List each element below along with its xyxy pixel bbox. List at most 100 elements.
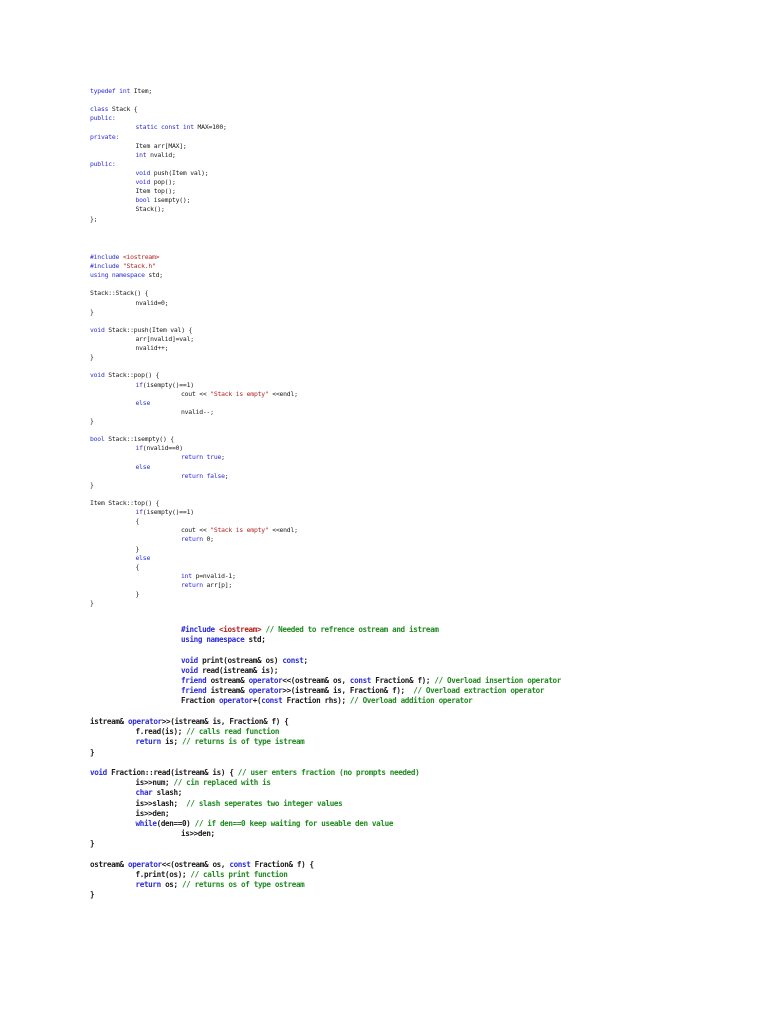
code-line: if(isempty()==1) (90, 508, 298, 517)
code-text: f.read(is); (135, 727, 187, 737)
code-line: class Stack { (90, 105, 227, 114)
code-text: (isempty()==1) (142, 380, 194, 389)
code-text: cout << (181, 526, 211, 535)
code-text: Stack::Stack() { (90, 289, 149, 298)
code-line: is>>slash; // slash seperates two intege… (90, 799, 419, 809)
code-line: private: (90, 133, 227, 142)
code-keyword: #include (181, 625, 215, 634)
code-comment: // returns is of type istream (181, 737, 305, 747)
code-text: istream& (206, 686, 249, 696)
code-keyword: if (135, 508, 144, 517)
code-line: } (90, 590, 298, 599)
code-text: cout << (181, 389, 211, 398)
code-keyword: int (181, 571, 192, 580)
code-text: >>(istream& is, Fraction& f) { (161, 717, 289, 726)
code-text: <<(ostream& os, (161, 859, 230, 869)
code-comment: // returns os of type ostream (181, 880, 305, 889)
code-text: Fraction::read(istream& is) { (106, 767, 238, 777)
code-text: Stack::push(Item val) { (104, 325, 193, 334)
code-comment: // Overload extraction operator (413, 686, 545, 696)
code-string: <iostream> (119, 253, 160, 261)
code-text: ostream& (90, 859, 128, 869)
code-text: }; (90, 214, 98, 223)
code-line: Item arr[MAX]; (90, 142, 227, 151)
code-text: f.print(os); (135, 869, 191, 879)
code-text: std; (244, 635, 266, 645)
code-keyword: if (135, 380, 144, 389)
code-line: void print(ostream& os) const; (181, 656, 561, 666)
code-line: istream& operator>>(istream& is, Fractio… (90, 717, 419, 727)
code-line: friend istream& operator>>(istream& is, … (181, 686, 561, 696)
code-line: Item Stack::top() { (90, 499, 298, 508)
code-text: } (90, 747, 95, 757)
code-keyword: return (135, 737, 162, 747)
code-line: if(nvalid==0) (90, 444, 298, 453)
code-keyword: bool (135, 196, 151, 205)
code-line: is>>num; // cin replaced with is (90, 778, 419, 788)
code-text: } (135, 544, 140, 553)
code-line: nvalid=0; (90, 299, 298, 308)
code-line: cout << "Stack is empty" <<endl; (90, 390, 298, 399)
code-keyword: operator (219, 696, 253, 706)
code-line: using namespace std; (181, 635, 561, 645)
code-text: pop(); (150, 178, 176, 187)
stack-implementation-code: #include <iostream> #include "Stack.h" usi… (90, 253, 298, 608)
code-line: #include "Stack.h" (90, 262, 298, 271)
code-line: if(isempty()==1) (90, 381, 298, 390)
code-line: f.read(is); // calls read function (90, 727, 419, 737)
fraction-declarations-code: #include <iostream> // Needed to refrenc… (181, 625, 561, 707)
code-line: Item top(); (90, 187, 227, 196)
code-text: is>>num; (135, 778, 174, 788)
code-line: void Stack::pop() { (90, 371, 298, 380)
code-text: Stack::isempty() { (104, 435, 174, 444)
code-text: is>>den; (135, 808, 170, 818)
code-line: is>>den; (90, 829, 419, 839)
code-line: friend ostream& operator<<(ostream& os, … (181, 676, 561, 686)
code-text: } (90, 307, 94, 316)
code-line: return is; // returns is of type istream (90, 737, 419, 747)
code-text: p=nvalid-1; (191, 571, 236, 580)
code-text: } (90, 839, 95, 849)
code-keyword: else (135, 462, 151, 471)
code-text: ostream& (206, 675, 249, 685)
code-keyword: #include (90, 262, 120, 271)
code-text: Fraction& f); (371, 675, 435, 685)
code-keyword: return (135, 880, 162, 889)
code-keyword: return (181, 580, 203, 589)
code-keyword: void (181, 665, 198, 675)
stack-header-code: typedef int Item; class Stack {public: st… (90, 87, 227, 224)
code-text: (den==0) (156, 818, 195, 828)
code-text: ; (221, 453, 225, 462)
code-keyword: const (229, 859, 251, 869)
code-comment: // user enters fraction (no prompts need… (237, 767, 420, 777)
code-line: { (90, 517, 298, 526)
code-line: nvalid++; (90, 344, 298, 353)
code-text: >>(istream& is, Fraction& f); (282, 686, 414, 696)
code-text: nvalid--; (181, 407, 214, 416)
code-keyword: return true (181, 453, 222, 462)
code-line: char slash; (90, 788, 419, 798)
code-keyword: public: (90, 114, 116, 123)
code-line: else (90, 399, 298, 408)
code-text: is>>den; (181, 829, 215, 839)
code-text: print(ostream& os) (197, 655, 283, 665)
code-text: 0; (202, 535, 215, 544)
code-text: isempty(); (150, 196, 191, 205)
code-keyword: while (135, 818, 157, 828)
code-text: push(Item val); (150, 168, 209, 177)
code-keyword: using namespace (181, 635, 245, 645)
code-keyword: void (90, 371, 105, 380)
code-keyword: else (135, 398, 151, 407)
code-text: <<endl; (268, 526, 298, 535)
code-text: Fraction rhs); (282, 696, 350, 706)
code-line: bool Stack::isempty() { (90, 435, 298, 444)
code-keyword: char (135, 788, 153, 798)
code-keyword: static const int (135, 123, 195, 132)
code-comment: // Overload addition operator (349, 696, 473, 706)
